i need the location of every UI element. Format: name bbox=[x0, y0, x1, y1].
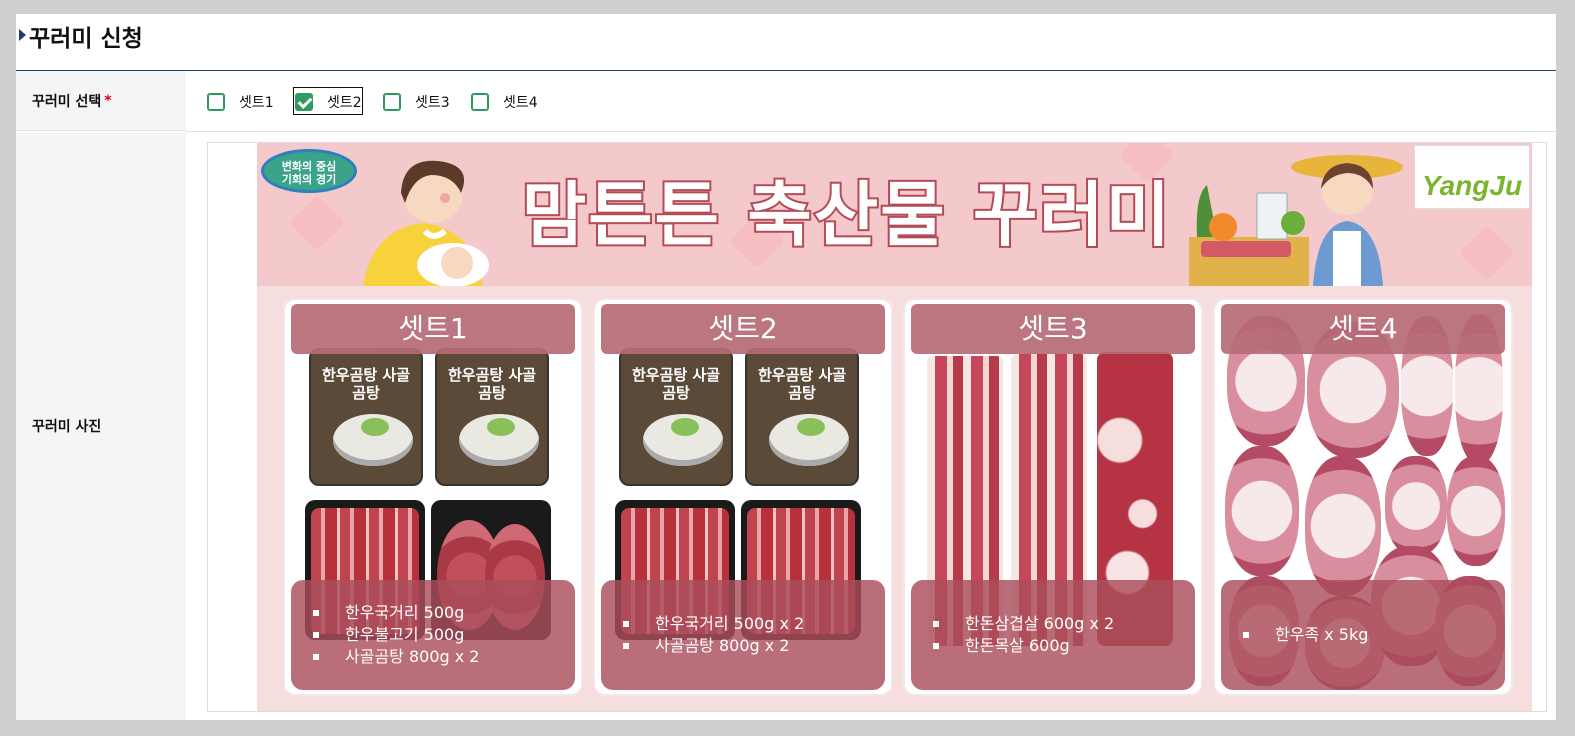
item-text: 한돈삼겹살 600g x 2 bbox=[965, 614, 1115, 633]
checkbox-set1[interactable] bbox=[207, 93, 225, 111]
set-card-2: 한우곰탕 사골곰탕 한우곰탕 사골곰탕 셋트2 한우국거리 500g x 2 사… bbox=[595, 300, 891, 694]
bullet bbox=[933, 621, 939, 627]
caret-right-icon bbox=[19, 29, 26, 41]
photo-row-label: 꾸러미 사진 bbox=[16, 132, 186, 720]
heart-decoration bbox=[1458, 224, 1516, 282]
soup-pack: 한우곰탕 사골곰탕 bbox=[309, 348, 423, 486]
banner-title: 맘튼튼 축산물 꾸러미 bbox=[520, 172, 1173, 258]
set-4-title: 셋트4 bbox=[1221, 304, 1505, 354]
set-3-title: 셋트3 bbox=[911, 304, 1195, 354]
item-text: 사골곰탕 800g x 2 bbox=[345, 647, 480, 666]
photo-label-text: 꾸러미 사진 bbox=[32, 419, 102, 435]
garnish-icon bbox=[361, 418, 389, 436]
item-text: 한우불고기 500g bbox=[345, 625, 465, 644]
bullet bbox=[313, 610, 319, 616]
set-card-4: 셋트4 한우족 x 5kg bbox=[1215, 300, 1511, 694]
list-item: 한우국거리 500g bbox=[313, 602, 575, 624]
soup-pack-label: 한우곰탕 사골곰탕 bbox=[631, 366, 721, 402]
page-title: 꾸러미 신청 bbox=[29, 26, 143, 52]
soup-pack: 한우곰탕 사골곰탕 bbox=[435, 348, 549, 486]
set-2-items: 한우국거리 500g x 2 사골곰탕 800g x 2 bbox=[601, 580, 885, 690]
set-card-1: 한우곰탕 사골곰탕 한우곰탕 사골곰탕 셋트1 한우국거리 500g 한우불고기… bbox=[285, 300, 581, 694]
soup-pack: 한우곰탕 사골곰탕 bbox=[745, 348, 859, 486]
option-label[interactable]: 셋트3 bbox=[415, 92, 450, 112]
set-3-items: 한돈삼겹살 600g x 2 한돈목살 600g bbox=[911, 580, 1195, 690]
soup-pack: 한우곰탕 사골곰탕 bbox=[619, 348, 733, 486]
garnish-icon bbox=[797, 418, 825, 436]
oxtail-piece bbox=[1225, 446, 1299, 576]
mother-baby-illustration bbox=[363, 160, 489, 286]
garnish-icon bbox=[671, 418, 699, 436]
list-item: 사골곰탕 800g x 2 bbox=[313, 646, 575, 668]
package-banner-image: 변화의 중심 기회의 경기 맘튼튼 축산물 꾸러미 YangJu 한우곰탕 사골… bbox=[257, 143, 1532, 711]
item-text: 한우국거리 500g x 2 bbox=[655, 614, 805, 633]
application-panel: 꾸러미 신청 꾸러미 선택 * 셋트1 셋트2 셋트3 셋트4 꾸러미 사진 변… bbox=[16, 14, 1556, 720]
option-set1[interactable]: 셋트1 bbox=[207, 89, 274, 115]
bullet bbox=[313, 632, 319, 638]
soup-pack-label: 한우곰탕 사골곰탕 bbox=[321, 366, 411, 402]
set-4-items: 한우족 x 5kg bbox=[1221, 580, 1505, 690]
bullet bbox=[313, 654, 319, 660]
item-text: 한우국거리 500g bbox=[345, 603, 465, 622]
checkbox-set4[interactable] bbox=[471, 93, 489, 111]
soup-pack-label: 한우곰탕 사골곰탕 bbox=[757, 366, 847, 402]
item-text: 한우족 x 5kg bbox=[1275, 625, 1369, 644]
list-item: 한돈목살 600g bbox=[933, 635, 1195, 657]
set-card-3: 셋트3 한돈삼겹살 600g x 2 한돈목살 600g bbox=[905, 300, 1201, 694]
bullet bbox=[933, 643, 939, 649]
list-item: 한우불고기 500g bbox=[313, 624, 575, 646]
set-1-items: 한우국거리 500g 한우불고기 500g 사골곰탕 800g x 2 bbox=[291, 580, 575, 690]
checkbox-set3[interactable] bbox=[383, 93, 401, 111]
oxtail-piece bbox=[1385, 456, 1447, 556]
option-set3[interactable]: 셋트3 bbox=[383, 89, 450, 115]
farmer-basket-illustration bbox=[1189, 155, 1403, 286]
option-set4[interactable]: 셋트4 bbox=[471, 89, 538, 115]
bullet bbox=[623, 643, 629, 649]
garnish-icon bbox=[487, 418, 515, 436]
bullet bbox=[623, 621, 629, 627]
oxtail-piece bbox=[1305, 456, 1381, 596]
checkbox-set2-checked[interactable] bbox=[295, 93, 313, 111]
soup-pack-label: 한우곰탕 사골곰탕 bbox=[447, 366, 537, 402]
option-label[interactable]: 셋트2 bbox=[327, 92, 362, 112]
list-item: 한돈삼겹살 600g x 2 bbox=[933, 613, 1195, 635]
select-label-text: 꾸러미 선택 bbox=[32, 93, 102, 110]
list-item: 사골곰탕 800g x 2 bbox=[623, 635, 885, 657]
item-text: 한돈목살 600g bbox=[965, 636, 1070, 655]
bullet bbox=[1243, 632, 1249, 638]
item-text: 사골곰탕 800g x 2 bbox=[655, 636, 790, 655]
option-label[interactable]: 셋트1 bbox=[239, 92, 274, 112]
list-item: 한우국거리 500g x 2 bbox=[623, 613, 885, 635]
package-photo-frame: 변화의 중심 기회의 경기 맘튼튼 축산물 꾸러미 YangJu 한우곰탕 사골… bbox=[207, 142, 1547, 712]
option-label[interactable]: 셋트4 bbox=[503, 92, 538, 112]
required-mark: * bbox=[104, 92, 112, 109]
list-item: 한우족 x 5kg bbox=[1243, 624, 1505, 646]
yangju-logo: YangJu bbox=[1414, 145, 1530, 209]
oxtail-piece bbox=[1447, 456, 1505, 566]
select-row-label: 꾸러미 선택 * bbox=[16, 71, 186, 131]
option-set2[interactable]: 셋트2 bbox=[295, 89, 362, 115]
set-1-title: 셋트1 bbox=[291, 304, 575, 354]
set-2-title: 셋트2 bbox=[601, 304, 885, 354]
banner-header: 변화의 중심 기회의 경기 맘튼튼 축산물 꾸러미 YangJu bbox=[257, 143, 1532, 286]
set-select-row: 셋트1 셋트2 셋트3 셋트4 bbox=[186, 71, 1556, 132]
section-header: 꾸러미 신청 bbox=[16, 14, 1556, 71]
